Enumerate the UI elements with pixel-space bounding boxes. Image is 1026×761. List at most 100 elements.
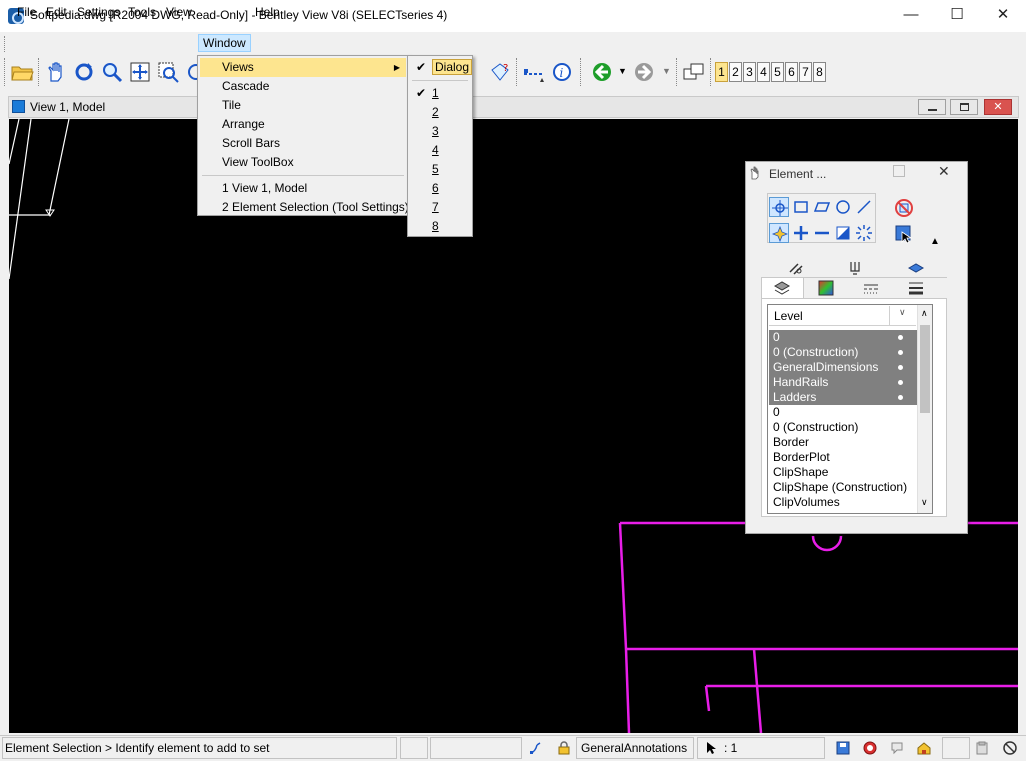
forward-arrow-icon[interactable]	[632, 60, 656, 84]
submenu-item-view-8[interactable]: 8	[410, 217, 470, 236]
collapse-arrow-icon[interactable]: ▲	[930, 236, 940, 247]
line-styles-tab-icon[interactable]	[861, 278, 881, 298]
level-row[interactable]: ClipShape	[769, 465, 917, 480]
block-select-icon[interactable]	[791, 197, 811, 217]
level-row[interactable]: 0 (Construction)	[769, 420, 917, 435]
submenu-item-view-7[interactable]: 7	[410, 198, 470, 217]
help-pointer-icon[interactable]: ?	[488, 60, 512, 84]
menu-view[interactable]: View	[162, 3, 196, 21]
line-weights-tab-icon[interactable]	[906, 278, 926, 298]
close-button[interactable]: ✕	[980, 0, 1026, 32]
level-row[interactable]: 0 (Construction)	[769, 345, 917, 360]
line-select-icon[interactable]	[854, 197, 874, 217]
digital-rights-icon[interactable]	[862, 740, 878, 756]
clear-selection-icon[interactable]	[894, 198, 914, 218]
view-7-button[interactable]: 7	[799, 62, 812, 82]
level-row[interactable]: HandRails	[769, 375, 917, 390]
menu-item-view-toolbox[interactable]: View ToolBox	[200, 153, 406, 172]
no-entry-icon[interactable]	[1002, 740, 1018, 756]
back-dropdown-icon[interactable]: ▼	[618, 66, 627, 76]
view-6-button[interactable]: 6	[785, 62, 798, 82]
submenu-item-view-1[interactable]: ✔ 1	[410, 84, 470, 103]
menu-file[interactable]: File	[13, 3, 40, 21]
measure-distance-icon[interactable]	[522, 60, 546, 84]
scrollbar-thumb[interactable]	[920, 325, 930, 413]
element-dialog-maximize[interactable]	[893, 165, 905, 177]
menu-item-recent-2[interactable]: 2 Element Selection (Tool Settings)	[200, 198, 409, 217]
menu-item-views[interactable]: Views ▶	[200, 58, 406, 77]
open-folder-icon[interactable]	[10, 60, 34, 84]
menu-item-cascade[interactable]: Cascade	[200, 77, 406, 96]
window-area-icon[interactable]	[156, 60, 180, 84]
submenu-item-view-4[interactable]: 4	[410, 141, 470, 160]
level-row[interactable]: Border	[769, 435, 917, 450]
minimize-button[interactable]: —	[888, 0, 934, 32]
menu-edit[interactable]: Edit	[42, 3, 71, 21]
menu-item-arrange[interactable]: Arrange	[200, 115, 406, 134]
shape-select-icon[interactable]	[812, 197, 832, 217]
menu-item-scroll-bars[interactable]: Scroll Bars	[200, 134, 406, 153]
scroll-down-icon[interactable]: ∨	[921, 497, 928, 508]
view-restore-button[interactable]	[950, 99, 978, 115]
view-5-button[interactable]: 5	[771, 62, 784, 82]
active-level-field[interactable]: GeneralAnnotations	[576, 737, 694, 759]
submenu-item-view-6[interactable]: 6	[410, 179, 470, 198]
scroll-up-icon[interactable]: ∧	[921, 308, 928, 319]
menu-tools[interactable]: Tools	[124, 3, 160, 21]
info-icon[interactable]: i	[550, 60, 574, 84]
level-row[interactable]: BorderPlot	[769, 450, 917, 465]
submenu-item-view-5[interactable]: 5	[410, 160, 470, 179]
view-3-button[interactable]: 3	[743, 62, 756, 82]
level-row[interactable]: 0	[769, 330, 917, 345]
individual-select-icon[interactable]	[769, 197, 789, 217]
menu-help[interactable]: Help	[251, 3, 284, 21]
tab-attributes-icon[interactable]	[786, 258, 806, 278]
fit-view-icon[interactable]	[128, 60, 152, 84]
tab-models-icon[interactable]	[906, 258, 926, 278]
level-row[interactable]: ClipVolumes	[769, 495, 917, 510]
circle-select-icon[interactable]	[833, 197, 853, 217]
level-list[interactable]: Level ∨ 0 0 (Construction) GeneralDimens…	[767, 304, 933, 514]
level-row[interactable]: Ladders	[769, 390, 917, 405]
submenu-item-dialog[interactable]: ✔ Dialog	[410, 58, 473, 77]
saved-status-icon[interactable]	[835, 740, 851, 756]
snap-mode-icon[interactable]	[528, 740, 544, 756]
view-minimize-button[interactable]	[918, 99, 946, 115]
subtract-selection-icon[interactable]	[812, 223, 832, 243]
clipboard-icon[interactable]	[974, 740, 990, 756]
level-row[interactable]: ClipShape (Construction)	[769, 480, 917, 495]
messages-icon[interactable]	[889, 740, 905, 756]
view-close-button[interactable]: ✕	[984, 99, 1012, 115]
colors-tab-icon[interactable]	[816, 278, 836, 298]
element-dialog-close[interactable]: ✕	[938, 163, 950, 180]
zoom-icon[interactable]	[100, 60, 124, 84]
lock-icon[interactable]	[556, 740, 572, 756]
menu-item-tile[interactable]: Tile	[200, 96, 406, 115]
level-list-scrollbar[interactable]: ∧ ∨	[917, 305, 932, 513]
menu-item-recent-1[interactable]: 1 View 1, Model	[200, 179, 406, 198]
sort-chevron-icon[interactable]: ∨	[899, 307, 906, 318]
view-8-button[interactable]: 8	[813, 62, 826, 82]
home-icon[interactable]	[916, 740, 932, 756]
pan-hand-icon[interactable]	[44, 60, 68, 84]
select-all-icon[interactable]	[854, 223, 874, 243]
menu-window[interactable]: Window	[198, 34, 251, 52]
view-1-button[interactable]: 1	[715, 62, 728, 82]
copy-view-icon[interactable]	[682, 60, 706, 84]
view-window-titlebar[interactable]	[8, 96, 1019, 118]
level-row[interactable]: 0	[769, 405, 917, 420]
submenu-item-view-2[interactable]: 2	[410, 103, 470, 122]
rotate-view-icon[interactable]	[72, 60, 96, 84]
menu-settings[interactable]: Settings	[73, 3, 124, 21]
back-arrow-icon[interactable]	[590, 60, 614, 84]
level-row[interactable]: GeneralDimensions	[769, 360, 917, 375]
selection-mode-icon[interactable]	[894, 224, 914, 244]
view-4-button[interactable]: 4	[757, 62, 770, 82]
level-column-header[interactable]: Level ∨	[769, 306, 916, 326]
view-2-button[interactable]: 2	[729, 62, 742, 82]
tab-types-icon[interactable]	[845, 258, 865, 278]
forward-dropdown-icon[interactable]: ▼	[662, 66, 671, 76]
add-selection-icon[interactable]	[791, 223, 811, 243]
new-selection-icon[interactable]	[769, 223, 789, 243]
invert-selection-icon[interactable]	[833, 223, 853, 243]
